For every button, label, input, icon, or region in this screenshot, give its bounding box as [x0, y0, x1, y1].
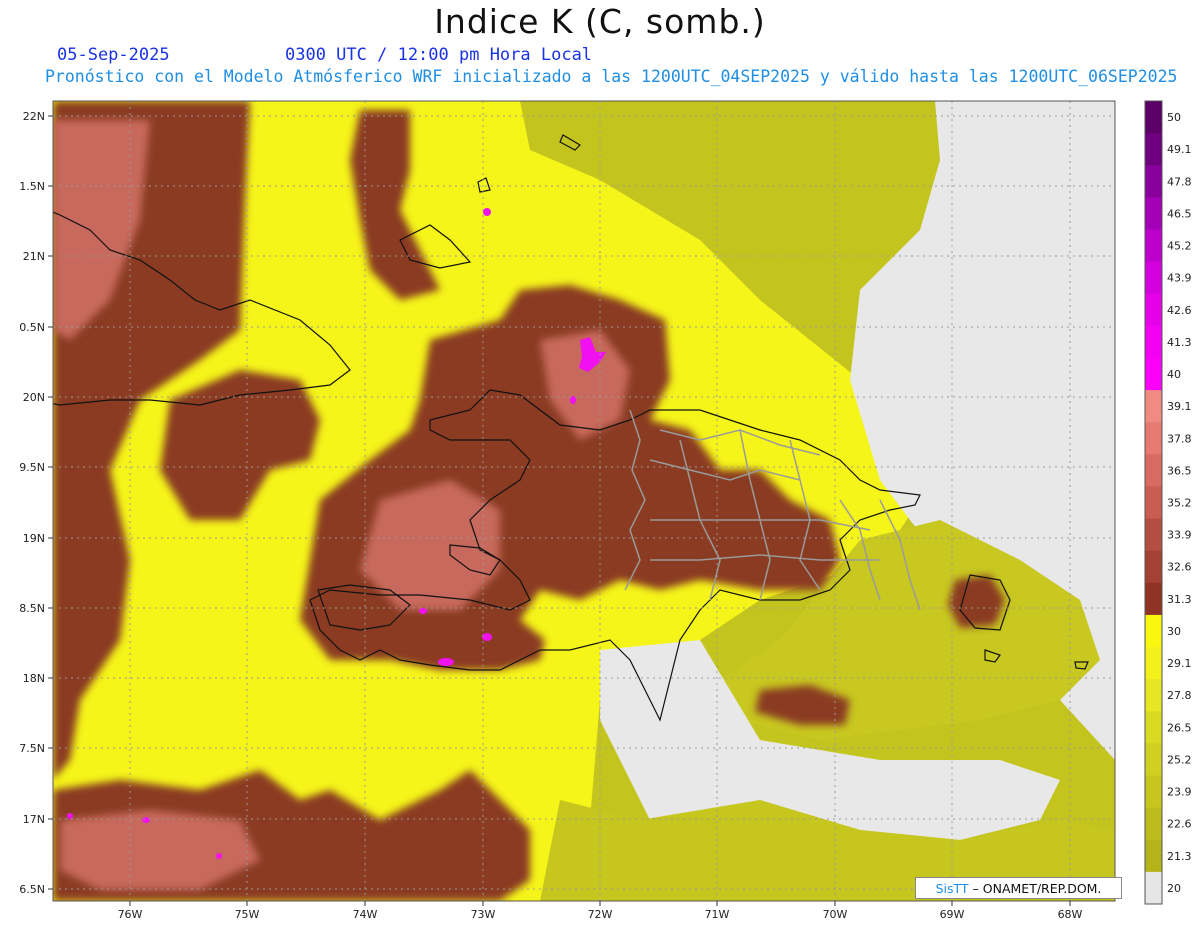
lon-labels: 76W 75W 74W 73W 72W 71W 70W 69W 68W [118, 908, 1083, 921]
colorbar-swatch [1145, 871, 1162, 905]
colorbar-swatch [1145, 293, 1162, 327]
colorbar-swatch [1145, 101, 1162, 134]
field-magenta-spot [216, 853, 222, 859]
lon-label: 74W [353, 908, 378, 921]
colorbar-label: 35.2 [1167, 497, 1192, 510]
lat-labels: 22N 1.5N 21N 0.5N 20N 9.5N 19N 8.5N 18N … [19, 110, 45, 896]
colorbar-label: 29.1 [1167, 657, 1192, 670]
colorbar-label: 49.1 [1167, 143, 1192, 156]
colorbar-swatch [1145, 165, 1162, 198]
colorbar-label: 20 [1167, 882, 1181, 895]
lon-label: 73W [471, 908, 496, 921]
colorbar-swatch [1145, 325, 1162, 359]
colorbar-swatch [1145, 261, 1162, 295]
lat-label: 22N [23, 110, 45, 123]
colorbar-label: 47.8 [1167, 175, 1192, 188]
colorbar-swatch [1145, 357, 1162, 391]
colorbar-label: 39.1 [1167, 400, 1192, 413]
colorbar-label: 31.3 [1167, 593, 1192, 606]
lat-label: 20N [23, 391, 45, 404]
colorbar-label: 23.9 [1167, 786, 1192, 799]
colorbar-label: 50 [1167, 111, 1181, 124]
lon-label: 75W [235, 908, 260, 921]
colorbar-swatch [1145, 711, 1162, 744]
colorbar-swatch [1145, 422, 1162, 455]
colorbar-label: 37.8 [1167, 432, 1192, 445]
colorbar-swatch [1145, 390, 1162, 423]
colorbar-label: 32.6 [1167, 561, 1192, 574]
lon-label: 71W [705, 908, 730, 921]
colorbar-label: 26.5 [1167, 721, 1192, 734]
lat-label: 21N [23, 250, 45, 263]
colorbar-label: 22.6 [1167, 818, 1192, 831]
lat-label: 8.5N [19, 602, 45, 615]
lon-label: 68W [1058, 908, 1083, 921]
colorbar-swatch [1145, 518, 1162, 552]
colorbar-label: 33.9 [1167, 529, 1192, 542]
lat-label: 7.5N [19, 742, 45, 755]
colorbar-swatch [1145, 807, 1162, 841]
lon-label: 70W [823, 908, 848, 921]
colorbar-label: 30 [1167, 625, 1181, 638]
colorbar-swatch [1145, 550, 1162, 584]
field-magenta-spot [483, 208, 491, 216]
lon-label: 69W [940, 908, 965, 921]
colorbar-swatch [1145, 647, 1162, 680]
colorbar-label: 21.3 [1167, 850, 1192, 863]
lat-label: 19N [23, 532, 45, 545]
field-magenta-spot [142, 817, 150, 823]
lat-label: 18N [23, 672, 45, 685]
colorbar-label: 40 [1167, 368, 1181, 381]
colorbar-label: 36.5 [1167, 464, 1192, 477]
colorbar-swatch [1145, 775, 1162, 809]
sistt-logo: SisTT [935, 880, 969, 896]
colorbar-label: 45.2 [1167, 240, 1192, 253]
field-magenta-spot [438, 658, 454, 666]
lon-label: 76W [118, 908, 143, 921]
colorbar-label: 41.3 [1167, 336, 1192, 349]
colorbar-swatch [1145, 839, 1162, 873]
k-index-map: 76W 75W 74W 73W 72W 71W 70W 69W 68W 22N … [19, 100, 1192, 921]
colorbar-label: 25.2 [1167, 753, 1192, 766]
colorbar-swatch [1145, 454, 1162, 487]
colorbar-swatch [1145, 582, 1162, 616]
credit-text: – ONAMET/REP.DOM. [972, 880, 1102, 896]
colorbar-swatch [1145, 614, 1162, 648]
colorbar: 50 49.1 47.8 46.5 45.2 43.9 42.6 41.3 40 39.1 37.8… [1144, 100, 1192, 905]
field-layer [53, 101, 1115, 901]
lon-label: 72W [588, 908, 613, 921]
lat-label: 17N [23, 813, 45, 826]
lat-label: 6.5N [19, 883, 45, 896]
field-magenta-spot [67, 813, 73, 819]
colorbar-label: 42.6 [1167, 304, 1192, 317]
lat-label: 0.5N [19, 321, 45, 334]
credit-box: SisTT – ONAMET/REP.DOM. [915, 877, 1122, 899]
colorbar-label: 43.9 [1167, 272, 1192, 285]
colorbar-swatch [1145, 679, 1162, 712]
colorbar-swatch [1145, 197, 1162, 230]
lat-label: 1.5N [19, 180, 45, 193]
colorbar-swatch [1145, 743, 1162, 777]
colorbar-swatch [1145, 133, 1162, 166]
lat-label: 9.5N [19, 461, 45, 474]
colorbar-label: 27.8 [1167, 689, 1192, 702]
colorbar-label: 46.5 [1167, 207, 1192, 220]
colorbar-swatch [1145, 229, 1162, 263]
colorbar-swatch [1145, 486, 1162, 520]
field-magenta-spot [419, 608, 427, 614]
